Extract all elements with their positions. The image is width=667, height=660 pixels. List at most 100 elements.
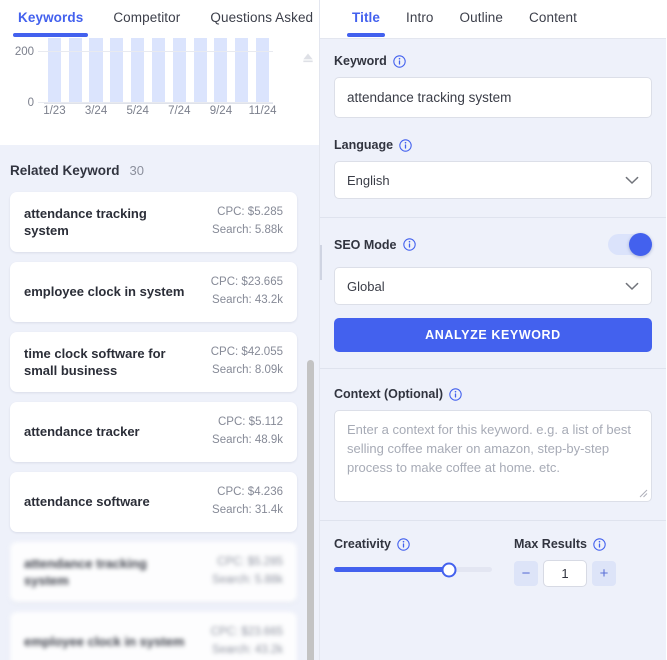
related-keyword-stats: CPC: $4.236 Search: 31.4k — [212, 484, 283, 520]
chart-bar-slot — [211, 38, 232, 103]
chart-x-tick-slot: 7/24 — [168, 105, 191, 125]
seo-scope-value: Global — [347, 278, 385, 294]
info-icon[interactable] — [402, 238, 416, 251]
context-section: Context (Optional) Enter a context for t… — [320, 369, 666, 520]
chart-bar-slot — [106, 38, 127, 103]
seo-mode-section: SEO Mode Global ANALYZE KEYWORD — [320, 218, 666, 368]
related-keyword-search-volume: Search: 5.88k — [212, 224, 283, 236]
related-keyword-cpc: CPC: $23.665 — [210, 626, 283, 639]
related-keyword-card[interactable]: attendance tracker CPC: $5.112 Search: 48.… — [10, 402, 297, 462]
related-keyword-cpc: CPC: $5.112 — [218, 416, 283, 429]
chart-bar — [193, 38, 207, 103]
chart-bar — [255, 38, 270, 103]
keyword-label: Keyword — [334, 54, 387, 68]
related-keyword-cpc: CPC: $42.055 — [210, 346, 283, 359]
chart-bar — [131, 38, 145, 103]
related-keyword-card[interactable]: time clock software for small business CP… — [10, 332, 297, 392]
chart-plot-area: 0 200 — [15, 38, 273, 109]
creativity-control: Creativity — [334, 537, 492, 587]
related-keyword-card[interactable]: employee clock in system CPC: $23.665 Sear… — [10, 612, 297, 660]
info-icon[interactable] — [393, 54, 406, 68]
tab-intro[interactable]: Intro — [404, 0, 436, 25]
related-keyword-header: Related Keyword 30 — [0, 145, 319, 192]
resize-grip-icon[interactable] — [638, 488, 648, 498]
chart-bar — [47, 38, 61, 103]
chart-x-tick-slot — [106, 105, 127, 125]
chart-bar-slot — [127, 38, 148, 103]
chart-x-tick-label: 5/24 — [126, 105, 149, 117]
chart-x-tick-slot: 3/24 — [85, 105, 107, 125]
chart-bar-slot — [44, 38, 65, 103]
info-icon[interactable] — [399, 138, 412, 152]
language-label-row: Language — [334, 138, 652, 152]
related-keyword-name: employee clock in system — [24, 284, 185, 300]
info-icon[interactable] — [397, 537, 410, 551]
context-textarea[interactable]: Enter a context for this keyword. e.g. a… — [334, 410, 652, 502]
left-tabbar: Keywords Competitor Questions Asked — [0, 0, 319, 38]
tab-title[interactable]: Title — [346, 0, 386, 37]
chevron-down-icon — [625, 176, 639, 184]
generation-settings-row: Creativity Max Results − 1 + — [334, 521, 652, 587]
max-results-increment-button[interactable]: + — [592, 561, 616, 586]
related-keyword-search-volume: Search: 48.9k — [212, 434, 283, 446]
language-select-value: English — [347, 172, 390, 188]
creativity-slider[interactable] — [334, 562, 492, 577]
chart-x-tick-label: 9/24 — [209, 105, 233, 117]
language-select[interactable]: English — [334, 161, 652, 199]
tab-keywords[interactable]: Keywords — [12, 0, 89, 37]
max-results-value[interactable]: 1 — [543, 560, 587, 587]
tab-outline[interactable]: Outline — [458, 0, 505, 25]
related-keyword-stats: CPC: $23.665 Search: 43.2k — [211, 624, 283, 660]
chart-x-tick-label: 1/23 — [43, 105, 66, 117]
related-keyword-card[interactable]: attendance software CPC: $4.236 Search: 31… — [10, 472, 297, 532]
related-keyword-search-volume: Search: 31.4k — [212, 504, 283, 516]
chart-x-tick-slot — [190, 105, 211, 125]
analyze-keyword-button[interactable]: ANALYZE KEYWORD — [334, 318, 652, 352]
chart-x-tick-label: 7/24 — [168, 105, 191, 117]
chart-bar — [214, 38, 228, 103]
chart-x-tick-label: 11/24 — [248, 105, 277, 117]
max-results-label-row: Max Results — [514, 537, 616, 551]
seo-scope-select[interactable]: Global — [334, 267, 652, 305]
chart-bar — [89, 38, 103, 103]
chart-bar-slot — [65, 38, 86, 103]
info-icon[interactable] — [593, 537, 606, 551]
related-keyword-card[interactable]: attendance tracking system CPC: $5.285 Sea… — [10, 192, 297, 252]
related-keyword-scrollbar-thumb[interactable] — [307, 360, 314, 660]
chart-x-tick-slot: 1/23 — [43, 105, 66, 125]
chart-bar-slot — [252, 38, 273, 103]
chart-x-tick-slot — [148, 105, 169, 125]
chart-x-axis: 1/23 3/24 5/24 7/24 9/24 11/24 — [43, 105, 276, 125]
max-results-control: Max Results − 1 + — [514, 537, 616, 587]
tab-competitor[interactable]: Competitor — [111, 0, 182, 25]
related-keyword-name: employee clock in system — [24, 634, 185, 650]
chart-x-tick-slot — [65, 105, 86, 125]
seo-mode-label: SEO Mode — [334, 237, 397, 252]
related-keyword-card[interactable]: employee clock in system CPC: $23.665 Sear… — [10, 262, 297, 322]
max-results-decrement-button[interactable]: − — [514, 561, 538, 586]
scroll-up-arrow-icon[interactable] — [301, 50, 315, 64]
tab-questions-asked[interactable]: Questions Asked — [208, 0, 315, 25]
chevron-down-icon — [625, 282, 639, 290]
tab-content[interactable]: Content — [527, 0, 579, 25]
chart-bar-slot — [190, 38, 211, 103]
related-keyword-cpc: CPC: $5.285 — [217, 206, 283, 219]
related-keyword-name: attendance software — [24, 494, 150, 510]
info-icon[interactable] — [449, 387, 462, 401]
chart-bar — [172, 38, 186, 103]
language-label: Language — [334, 138, 394, 152]
context-placeholder: Enter a context for this keyword. e.g. a… — [347, 422, 631, 475]
max-results-label: Max Results — [514, 537, 587, 551]
max-results-stepper: − 1 + — [514, 560, 616, 587]
seo-mode-toggle-knob — [629, 233, 652, 256]
related-keyword-name: attendance tracker — [24, 424, 140, 440]
left-panel: Keywords Competitor Questions Asked 0 200 1… — [0, 0, 320, 660]
creativity-slider-thumb[interactable] — [441, 562, 457, 577]
seo-mode-toggle[interactable] — [608, 233, 652, 256]
related-keyword-card[interactable]: attendance tracking system CPC: $5.285 Sea… — [10, 542, 297, 602]
chart-bar — [151, 38, 166, 103]
seo-mode-row: SEO Mode — [334, 218, 652, 267]
keyword-input-value: attendance tracking system — [347, 90, 512, 105]
chart-bar-slot — [86, 38, 107, 103]
keyword-input[interactable]: attendance tracking system — [334, 77, 652, 118]
